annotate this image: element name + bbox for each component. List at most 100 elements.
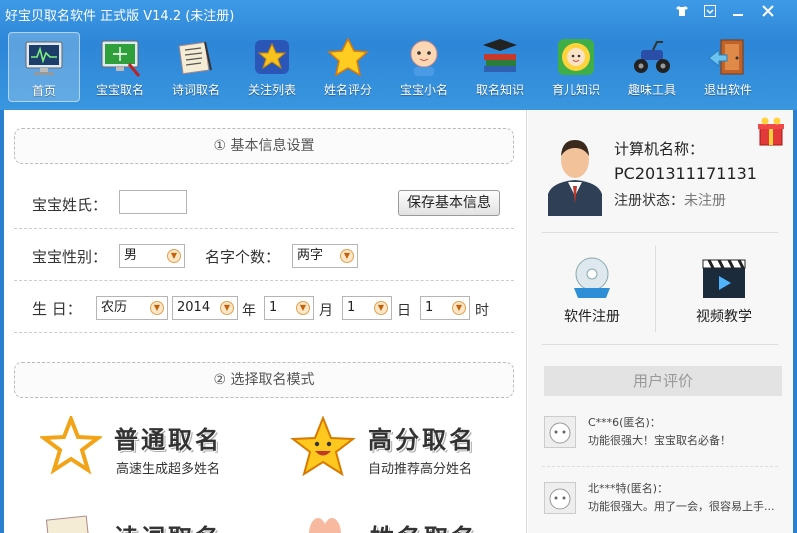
divider bbox=[14, 280, 514, 281]
menu-icon[interactable] bbox=[698, 4, 722, 24]
toolbar-exit[interactable]: 退出软件 bbox=[692, 32, 764, 102]
window-title: 好宝贝取名软件 正式版 V14.2 (未注册) bbox=[5, 9, 235, 24]
video-tutorial-button[interactable]: 视频教学 bbox=[674, 254, 774, 326]
review-item: C***6(匿名)： 功能很强大！宝宝取名必备！ bbox=[544, 406, 782, 462]
toolbar-label: 育儿知识 bbox=[551, 83, 600, 97]
close-icon[interactable] bbox=[756, 4, 780, 24]
toolbar-label: 取名知识 bbox=[475, 83, 524, 97]
toolbar-baby-nickname[interactable]: 宝宝小名 bbox=[388, 32, 460, 102]
toolbar-label: 诗词取名 bbox=[171, 83, 220, 97]
hour-unit: 时 bbox=[475, 303, 489, 319]
toolbar-label: 退出软件 bbox=[703, 83, 752, 97]
registration-status: 注册状态：未注册 bbox=[614, 190, 726, 210]
video-tutorial-label: 视频教学 bbox=[696, 309, 752, 325]
skin-icon[interactable] bbox=[670, 4, 694, 24]
side-panel: 计算机名称： PC201311171131 注册状态：未注册 软件注册 视频教学… bbox=[528, 110, 793, 533]
save-basic-info-button[interactable]: 保存基本信息 bbox=[398, 190, 500, 216]
reviewer-avatar bbox=[544, 482, 576, 514]
calendar-value: 农历 bbox=[101, 300, 128, 315]
surname-input[interactable] bbox=[119, 190, 187, 214]
day-unit: 日 bbox=[397, 303, 411, 319]
toolbar-poem-naming[interactable]: 诗词取名 bbox=[160, 32, 232, 102]
toolbar-naming-knowledge[interactable]: 取名知识 bbox=[464, 32, 536, 102]
birthday-label: 生 日： bbox=[32, 300, 82, 318]
divider bbox=[542, 466, 778, 467]
divider bbox=[14, 332, 514, 333]
toolbar-watch-list[interactable]: 关注列表 bbox=[236, 32, 308, 102]
gift-icon[interactable] bbox=[754, 114, 788, 148]
clapperboard-icon bbox=[702, 259, 746, 298]
normal-naming-option[interactable]: 普通取名 高速生成超多姓名 bbox=[40, 416, 260, 486]
month-select[interactable]: 1 ▼ bbox=[264, 296, 314, 320]
monitor-chart-icon bbox=[23, 37, 65, 79]
minimize-icon[interactable] bbox=[726, 4, 750, 24]
atv-icon bbox=[631, 36, 673, 78]
computer-name-label: 计算机名称： bbox=[614, 140, 705, 158]
sunflower-baby-icon bbox=[555, 36, 597, 78]
chevron-down-icon: ▼ bbox=[167, 249, 181, 263]
gender-select[interactable]: 男 ▼ bbox=[119, 244, 185, 268]
chevron-down-icon: ▼ bbox=[150, 301, 164, 315]
toolbar-baby-naming[interactable]: 宝宝取名 bbox=[84, 32, 156, 102]
scroll-icon bbox=[45, 515, 91, 533]
cd-install-icon bbox=[574, 257, 610, 298]
toolbar-label: 宝宝小名 bbox=[399, 83, 448, 97]
gold-star-icon bbox=[327, 36, 369, 78]
user-avatar-icon bbox=[548, 140, 602, 216]
software-register-button[interactable]: 软件注册 bbox=[542, 254, 642, 326]
high-score-naming-desc: 自动推荐高分姓名 bbox=[368, 462, 473, 477]
star-badge-icon bbox=[251, 36, 293, 78]
chevron-down-icon: ▼ bbox=[452, 301, 466, 315]
toolbar-fun-tools[interactable]: 趣味工具 bbox=[616, 32, 688, 102]
rank-naming-title: 姓名取名 bbox=[370, 518, 478, 533]
divider bbox=[542, 344, 778, 345]
normal-naming-desc: 高速生成超多姓名 bbox=[116, 462, 221, 477]
review-text: 功能很强大！宝宝取名必备！ bbox=[588, 434, 731, 447]
scroll-pen-icon bbox=[175, 36, 217, 78]
settings-panel: ① 基本信息设置 宝宝姓氏： 保存基本信息 宝宝性别： 男 ▼ 名字个数： 两字… bbox=[4, 110, 527, 533]
software-register-label: 软件注册 bbox=[564, 309, 620, 325]
star-outline-icon bbox=[40, 416, 102, 475]
day-select[interactable]: 1 ▼ bbox=[342, 296, 392, 320]
user-reviews-header: 用户评价 bbox=[544, 366, 782, 396]
hour-value: 1 bbox=[425, 300, 434, 315]
reviewer-name: 北***特(匿名)： bbox=[588, 482, 669, 495]
name-count-select[interactable]: 两字 ▼ bbox=[292, 244, 358, 268]
computer-name-value: PC201311171131 bbox=[614, 164, 757, 183]
toolbar-name-score[interactable]: 姓名评分 bbox=[312, 32, 384, 102]
smiling-star-icon bbox=[290, 416, 356, 477]
gender-label: 宝宝性别： bbox=[32, 248, 108, 266]
name-count-value: 两字 bbox=[297, 248, 324, 263]
gender-value: 男 bbox=[124, 248, 138, 263]
month-value: 1 bbox=[269, 300, 278, 315]
calendar-select[interactable]: 农历 ▼ bbox=[96, 296, 168, 320]
high-score-naming-title: 高分取名 bbox=[368, 425, 476, 454]
year-value: 2014 bbox=[177, 300, 211, 315]
rank-naming-option[interactable]: 姓名取名 bbox=[294, 510, 514, 533]
toolbar-label: 首页 bbox=[31, 84, 56, 98]
chevron-down-icon: ▼ bbox=[374, 301, 388, 315]
month-unit: 月 bbox=[319, 303, 333, 319]
hour-select[interactable]: 1 ▼ bbox=[420, 296, 470, 320]
registration-status-label: 注册状态： bbox=[614, 193, 684, 209]
year-unit: 年 bbox=[242, 303, 256, 319]
toolbar-parenting-knowledge[interactable]: 育儿知识 bbox=[540, 32, 612, 102]
basic-info-section-title: ① 基本信息设置 bbox=[14, 128, 514, 164]
reviewer-avatar bbox=[544, 416, 576, 448]
toolbar-home[interactable]: 首页 bbox=[8, 32, 80, 102]
review-text: 功能很强大。用了一会，很容易上手... bbox=[588, 500, 775, 513]
divider bbox=[14, 228, 514, 229]
main-toolbar: 首页 宝宝取名 诗词取名 关注列表 姓名评分 宝宝小名 取名知识 育儿知识 趣味… bbox=[8, 32, 792, 102]
registration-status-value: 未注册 bbox=[684, 193, 726, 209]
divider bbox=[542, 232, 778, 233]
header-bar: 好宝贝取名软件 正式版 V14.2 (未注册) 首页 宝宝取名 诗词取名 关注列… bbox=[0, 0, 797, 110]
normal-naming-title: 普通取名 bbox=[114, 425, 222, 454]
year-select[interactable]: 2014 ▼ bbox=[172, 296, 238, 320]
books-icon bbox=[479, 36, 521, 78]
high-score-naming-option[interactable]: 高分取名 自动推荐高分姓名 bbox=[290, 416, 520, 486]
review-item: 北***特(匿名)： 功能很强大。用了一会，很容易上手... bbox=[544, 472, 782, 528]
hands-icon bbox=[309, 518, 341, 533]
toolbar-label: 趣味工具 bbox=[627, 83, 676, 97]
poem-naming-option[interactable]: 诗词取名 bbox=[44, 510, 264, 533]
baby-face-icon bbox=[403, 36, 445, 78]
